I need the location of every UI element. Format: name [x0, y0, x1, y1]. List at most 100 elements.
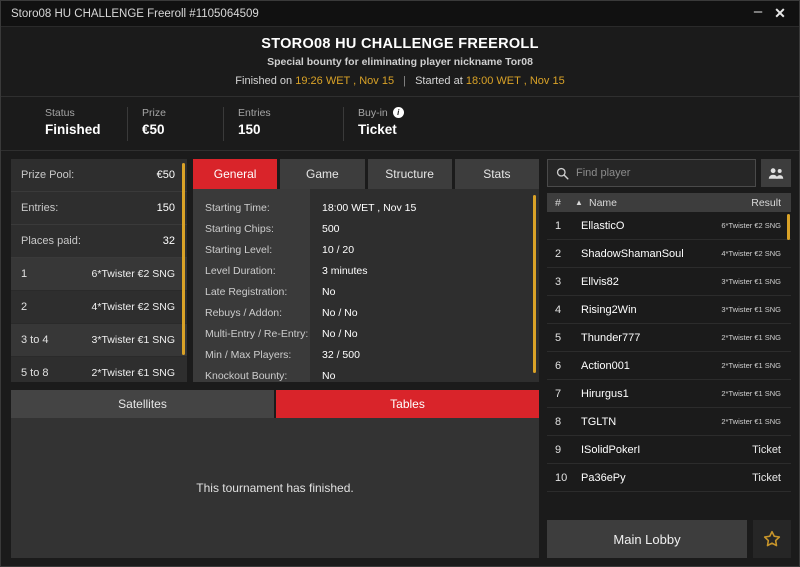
- prize-pool-scrollbar[interactable]: [182, 163, 185, 355]
- player-result: 2*Twister €1 SNG: [721, 417, 781, 426]
- general-value: 32 / 500: [322, 344, 539, 365]
- close-button[interactable]: ✕: [769, 3, 791, 25]
- info-icon[interactable]: i: [393, 107, 404, 118]
- stat-status-value: Finished: [45, 122, 105, 137]
- payout-prize: 6*Twister €2 SNG: [92, 268, 175, 280]
- players-list-button[interactable]: [761, 159, 791, 187]
- player-rank: 4: [555, 304, 581, 316]
- stat-entries-label: Entries: [238, 107, 321, 119]
- general-label-column: Starting Time: Starting Chips: Starting …: [193, 189, 310, 382]
- stat-buyin-label: Buy-in i: [358, 107, 417, 119]
- entries-row: Entries: 150: [11, 192, 187, 225]
- player-row[interactable]: 10 Pa36ePy Ticket: [547, 464, 791, 492]
- player-row[interactable]: 1 EllasticO 6*Twister €2 SNG: [547, 212, 791, 240]
- search-box[interactable]: [547, 159, 756, 187]
- sort-ascending-icon[interactable]: ▲: [575, 198, 589, 207]
- player-result: Ticket: [752, 444, 781, 456]
- tournament-title: STORO08 HU CHALLENGE FREEROLL: [11, 36, 789, 52]
- player-row[interactable]: 2 ShadowShamanSoul 4*Twister €2 SNG: [547, 240, 791, 268]
- tab-tables[interactable]: Tables: [276, 390, 539, 418]
- tournament-finished-message: This tournament has finished.: [196, 481, 353, 495]
- player-row[interactable]: 8 TGLTN 2*Twister €1 SNG: [547, 408, 791, 436]
- player-rank: 8: [555, 416, 581, 428]
- favorite-button[interactable]: [753, 520, 791, 558]
- general-value: 3 minutes: [322, 260, 539, 281]
- column-header-result[interactable]: Result: [751, 197, 781, 209]
- stat-buyin: Buy-in i Ticket: [343, 107, 439, 141]
- player-row[interactable]: 5 Thunder777 2*Twister €1 SNG: [547, 324, 791, 352]
- tab-game[interactable]: Game: [280, 159, 364, 189]
- general-label: Knockout Bounty:: [193, 365, 310, 382]
- tab-satellites[interactable]: Satellites: [11, 390, 274, 418]
- player-result: 3*Twister €1 SNG: [721, 305, 781, 314]
- stat-entries: Entries 150: [223, 107, 343, 141]
- left-column: Prize Pool: €50 Entries: 150 Places paid…: [11, 159, 539, 558]
- player-rank: 2: [555, 248, 581, 260]
- finished-prefix: Finished on: [235, 75, 292, 87]
- upper-section: Prize Pool: €50 Entries: 150 Places paid…: [11, 159, 539, 382]
- player-name: ISolidPokerI: [581, 444, 752, 456]
- stat-prize-value: €50: [142, 122, 201, 137]
- started-prefix: Started at: [415, 75, 463, 87]
- player-row[interactable]: 6 Action001 2*Twister €1 SNG: [547, 352, 791, 380]
- info-tab-panel: General Game Structure Stats Starting Ti…: [193, 159, 539, 382]
- stats-strip: Status Finished Prize €50 Entries 150 Bu…: [1, 97, 799, 151]
- player-result: 4*Twister €2 SNG: [721, 249, 781, 258]
- stat-status: Status Finished: [31, 107, 127, 141]
- star-icon: [762, 529, 782, 549]
- search-icon: [556, 167, 569, 180]
- prize-pool-key: Prize Pool:: [21, 169, 74, 181]
- player-row[interactable]: 9 ISolidPokerI Ticket: [547, 436, 791, 464]
- search-input[interactable]: [576, 167, 747, 179]
- player-rank: 5: [555, 332, 581, 344]
- general-value: No / No: [322, 302, 539, 323]
- player-name: Thunder777: [581, 332, 721, 344]
- general-label: Starting Chips:: [193, 218, 310, 239]
- player-name: Action001: [581, 360, 721, 372]
- general-label: Starting Time:: [193, 197, 310, 218]
- player-row[interactable]: 4 Rising2Win 3*Twister €1 SNG: [547, 296, 791, 324]
- player-result: 2*Twister €1 SNG: [721, 361, 781, 370]
- tournament-header: STORO08 HU CHALLENGE FREEROLL Special bo…: [1, 27, 799, 97]
- player-search-row: [547, 159, 791, 187]
- tab-general[interactable]: General: [193, 159, 277, 189]
- info-tab-row: General Game Structure Stats: [193, 159, 539, 189]
- player-list: # ▲ Name Result 1 EllasticO 6*Twister €2…: [547, 193, 791, 514]
- general-value: 500: [322, 218, 539, 239]
- tab-structure[interactable]: Structure: [368, 159, 452, 189]
- general-value-column: 18:00 WET , Nov 15 500 10 / 20 3 minutes…: [310, 189, 539, 382]
- player-rank: 3: [555, 276, 581, 288]
- player-row[interactable]: 3 Ellvis82 3*Twister €1 SNG: [547, 268, 791, 296]
- column-header-num[interactable]: #: [555, 197, 575, 209]
- player-rank: 9: [555, 444, 581, 456]
- player-row[interactable]: 7 Hirurgus1 2*Twister €1 SNG: [547, 380, 791, 408]
- payout-place: 1: [21, 268, 27, 280]
- main-lobby-button[interactable]: Main Lobby: [547, 520, 747, 558]
- people-icon: [768, 167, 784, 180]
- entries-key: Entries:: [21, 202, 58, 214]
- column-header-name[interactable]: Name: [589, 197, 751, 209]
- general-label: Level Duration:: [193, 260, 310, 281]
- player-name: Hirurgus1: [581, 388, 721, 400]
- player-rank: 6: [555, 360, 581, 372]
- tournament-times: Finished on 19:26 WET , Nov 15 | Started…: [11, 75, 789, 87]
- payout-prize: 2*Twister €1 SNG: [92, 367, 175, 379]
- lobby-body: Prize Pool: €50 Entries: 150 Places paid…: [1, 151, 799, 566]
- prize-pool-row: Prize Pool: €50: [11, 159, 187, 192]
- lower-section: Satellites Tables This tournament has fi…: [11, 390, 539, 558]
- general-scrollbar[interactable]: [533, 195, 536, 373]
- player-list-header: # ▲ Name Result: [547, 193, 791, 212]
- minimize-button[interactable]: –: [747, 3, 769, 25]
- payout-place: 2: [21, 301, 27, 313]
- started-time: 18:00 WET , Nov 15: [466, 75, 565, 87]
- player-list-scrollbar[interactable]: [787, 214, 790, 240]
- tab-stats[interactable]: Stats: [455, 159, 539, 189]
- general-value: No: [322, 281, 539, 302]
- tournament-lobby-window: Storo08 HU CHALLENGE Freeroll #110506450…: [0, 0, 800, 567]
- stat-buyin-value: Ticket: [358, 122, 417, 137]
- title-bar: Storo08 HU CHALLENGE Freeroll #110506450…: [1, 1, 799, 27]
- payout-place: 5 to 8: [21, 367, 49, 379]
- tables-content: This tournament has finished.: [11, 418, 539, 558]
- general-value: No: [322, 365, 539, 382]
- player-name: Rising2Win: [581, 304, 721, 316]
